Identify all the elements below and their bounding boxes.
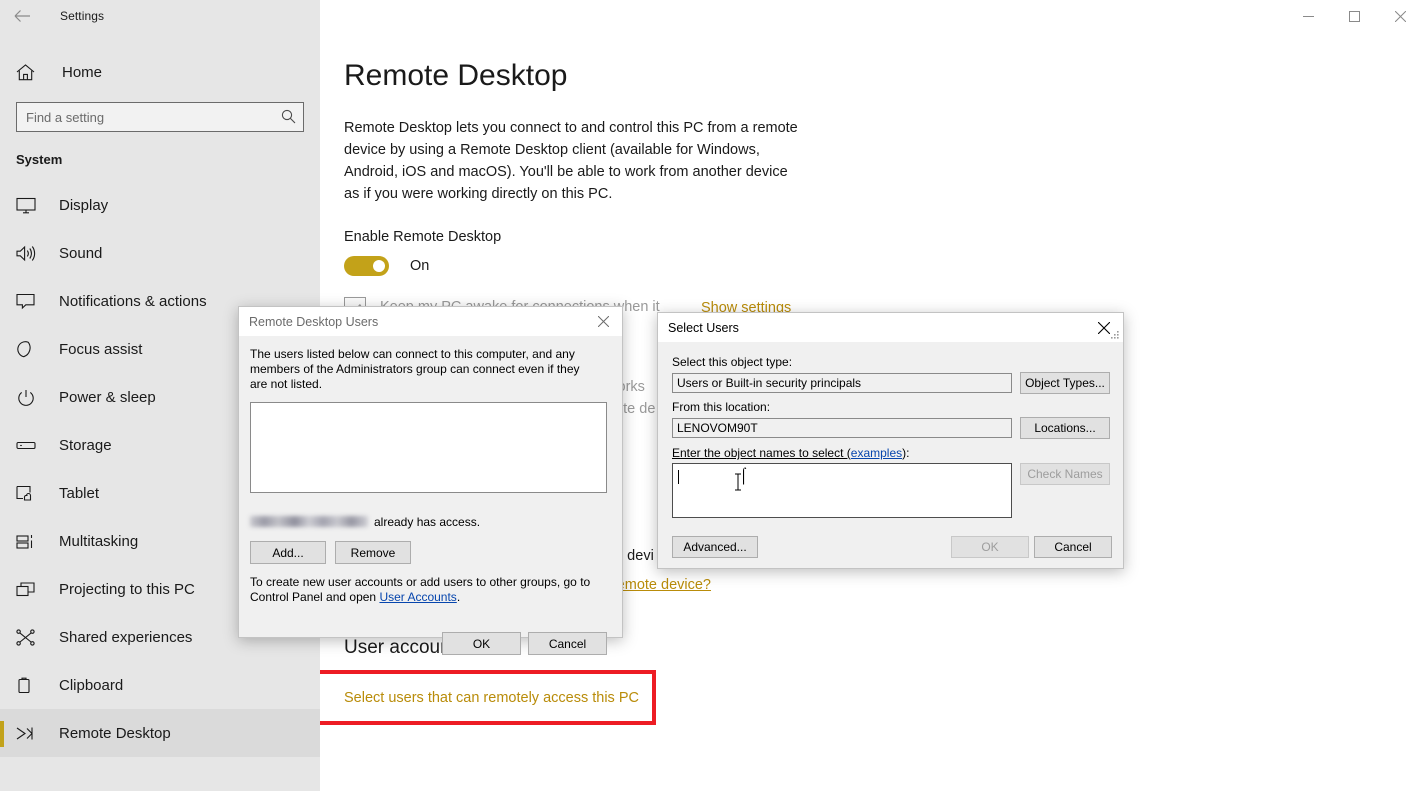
enable-remote-desktop-label: Enable Remote Desktop — [344, 229, 502, 245]
redacted-username — [250, 516, 368, 527]
rdu-title-bar: Remote Desktop Users — [239, 307, 622, 337]
rdu-ok-button[interactable]: OK — [442, 632, 521, 655]
home-icon — [16, 63, 48, 81]
rdu-cancel-button[interactable]: Cancel — [528, 632, 607, 655]
clipboard-icon — [16, 677, 44, 694]
maximize-button[interactable] — [1331, 0, 1377, 32]
sidebar-item-clipboard[interactable]: Clipboard — [0, 661, 320, 709]
rdu-description: The users listed below can connect to th… — [250, 347, 580, 391]
rdu-add-button[interactable]: Add... — [250, 541, 326, 564]
sidebar-item-label: Shared experiences — [59, 628, 193, 646]
remote-desktop-users-dialog: Remote Desktop Users The users listed be… — [238, 306, 623, 655]
advanced-button[interactable]: Advanced... — [672, 536, 758, 558]
power-icon — [16, 389, 44, 406]
rdu-access-note: already has access. — [250, 515, 480, 529]
object-type-input[interactable] — [672, 373, 1012, 393]
select-users-title-bar: Select Users — [658, 313, 1123, 343]
rdu-title: Remote Desktop Users — [249, 314, 379, 329]
resize-grip-icon[interactable] — [1109, 329, 1121, 341]
back-arrow-icon — [14, 9, 31, 23]
drive-icon — [16, 437, 44, 454]
rdu-remove-button[interactable]: Remove — [335, 541, 411, 564]
sidebar-item-label: Sound — [59, 244, 103, 262]
search-input[interactable] — [16, 102, 304, 132]
window-title: Settings — [60, 9, 105, 23]
sidebar-item-label: Remote Desktop — [59, 724, 171, 742]
check-names-button[interactable]: Check Names — [1020, 463, 1110, 485]
toggle-state-label: On — [410, 258, 430, 274]
rdu-footer-text: To create new user accounts or add users… — [250, 575, 598, 605]
page-description: Remote Desktop lets you connect to and c… — [344, 120, 798, 202]
sidebar-item-remote-desktop[interactable]: Remote Desktop — [0, 709, 320, 757]
back-button[interactable] — [0, 0, 44, 32]
object-names-textarea[interactable]: ⌠ — [672, 463, 1012, 518]
minimize-button[interactable] — [1285, 0, 1331, 32]
sidebar-item-label: Clipboard — [59, 676, 124, 694]
select-users-link[interactable]: Select users that can remotely access th… — [344, 690, 639, 706]
title-bar-left: Settings — [0, 0, 320, 32]
sidebar-item-sound[interactable]: Sound — [0, 229, 320, 277]
sidebar-item-label: Notifications & actions — [59, 292, 207, 310]
toggle-knob — [373, 260, 385, 272]
minimize-icon — [1302, 15, 1314, 17]
rdu-footer-suffix: . — [456, 590, 461, 604]
select-users-title: Select Users — [668, 320, 739, 335]
close-icon — [1394, 10, 1406, 22]
rdu-users-listbox[interactable] — [250, 402, 607, 493]
sidebar-item-label: Display — [59, 196, 109, 214]
sidebar-item-home[interactable]: Home — [0, 52, 320, 92]
moon-icon — [16, 340, 44, 358]
select-users-cancel-button[interactable]: Cancel — [1034, 536, 1112, 558]
object-type-label: Select this object type: — [672, 355, 793, 369]
notification-icon — [16, 293, 44, 310]
sidebar-home-label: Home — [62, 63, 103, 81]
sidebar-item-label: Focus assist — [59, 340, 143, 358]
text-caret — [678, 470, 679, 484]
locations-button[interactable]: Locations... — [1020, 417, 1110, 439]
object-types-button[interactable]: Object Types... — [1020, 372, 1110, 394]
location-input[interactable] — [672, 418, 1012, 438]
speaker-icon — [16, 245, 44, 262]
sidebar-item-label: Storage — [59, 436, 112, 454]
window-controls — [1285, 0, 1423, 32]
settings-window: Settings Home Find a setting System Disp… — [0, 0, 1423, 791]
share-icon — [16, 628, 44, 646]
object-names-label-suffix: ): — [902, 446, 910, 460]
projecting-icon — [16, 581, 44, 598]
close-icon — [597, 316, 609, 327]
page-title: Remote Desktop — [344, 59, 568, 92]
title-bar: Settings — [0, 0, 1423, 32]
maximize-icon — [1348, 10, 1360, 22]
sidebar-item-label: Power & sleep — [59, 388, 156, 406]
examples-link[interactable]: examples — [851, 446, 902, 460]
monitor-icon — [16, 197, 44, 214]
sidebar-item-label: Multitasking — [59, 532, 139, 550]
object-names-label-prefix: Enter the object names to select ( — [672, 446, 851, 460]
sidebar-item-display[interactable]: Display — [0, 181, 320, 229]
rdu-close-button[interactable] — [584, 308, 622, 336]
sidebar-group-title: System — [16, 152, 63, 167]
search-wrapper — [16, 102, 304, 132]
user-accounts-link[interactable]: User Accounts — [379, 590, 456, 604]
location-label: From this location: — [672, 400, 771, 414]
enable-remote-desktop-toggle-row: On — [344, 256, 1423, 276]
multitasking-icon — [16, 533, 44, 550]
remote-desktop-icon — [16, 725, 44, 742]
select-users-dialog: Select Users Select this object type: Ob… — [657, 312, 1124, 569]
rdu-access-note-suffix: already has access. — [374, 515, 481, 529]
ibeam-cursor-icon: ⌠ — [739, 468, 749, 484]
object-names-label: Enter the object names to select (exampl… — [672, 446, 909, 461]
close-button[interactable] — [1377, 0, 1423, 32]
sidebar-item-label: Projecting to this PC — [59, 580, 195, 598]
tablet-icon — [16, 485, 44, 502]
enable-remote-desktop-toggle[interactable] — [344, 256, 389, 276]
sidebar-item-label: Tablet — [59, 484, 100, 502]
select-users-ok-button[interactable]: OK — [951, 536, 1029, 558]
